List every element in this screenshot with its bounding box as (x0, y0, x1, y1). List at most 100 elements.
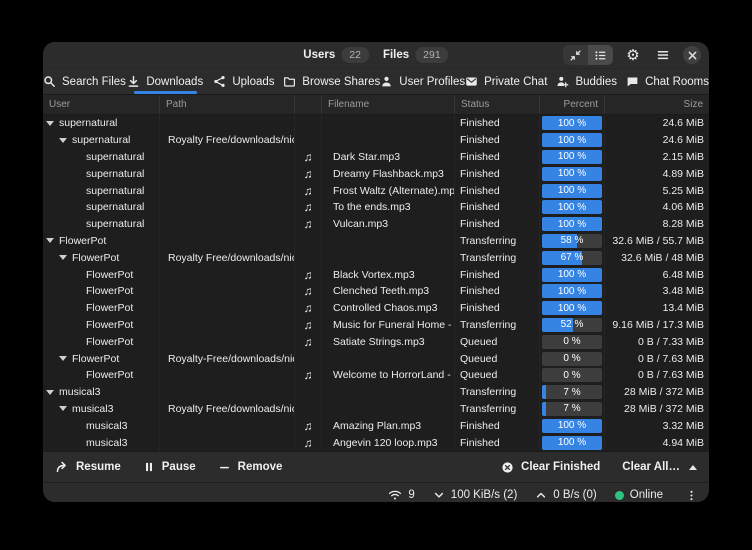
connected-users-indicator[interactable]: 9 (388, 488, 414, 502)
clear-finished-button[interactable]: Clear Finished (501, 461, 600, 474)
filename-cell: Clenched Teeth.mp3 (322, 283, 455, 300)
table-row[interactable]: supernatural♫Dark Star.mp3Finished100 %2… (43, 149, 709, 166)
connection-status[interactable]: Online (615, 489, 663, 501)
table-row[interactable]: FlowerPot♫Satiate Strings.mp3Queued0 %0 … (43, 333, 709, 350)
expander-triangle-icon[interactable] (46, 390, 54, 395)
resume-button[interactable]: Resume (55, 460, 121, 474)
status-menu-button[interactable] (681, 485, 701, 502)
table-row[interactable]: FlowerPot♫Clenched Teeth.mp3Finished100 … (43, 283, 709, 300)
column-header-path[interactable]: Path (160, 95, 295, 114)
table-row[interactable]: FlowerPot♫Music for Funeral Home - Part … (43, 317, 709, 334)
progress-bar: 100 % (542, 116, 602, 130)
size-cell: 32.6 MiB / 48 MiB (605, 249, 709, 266)
clear-all-button[interactable]: Clear All… (622, 461, 697, 473)
expander-triangle-icon[interactable] (59, 255, 67, 260)
list-view-button[interactable] (588, 45, 613, 65)
expander-triangle-icon[interactable] (46, 238, 54, 243)
table-row[interactable]: supernaturalRoyalty Free/downloads/nicot… (43, 132, 709, 149)
download-rate-indicator[interactable]: 100 KiB/s (2) (433, 489, 517, 501)
progress-label: 100 % (542, 150, 602, 164)
progress-label: 52 % (542, 318, 602, 332)
remove-button[interactable]: Remove (218, 461, 283, 474)
wifi-count: 9 (408, 489, 414, 501)
column-header-percent[interactable]: Percent (540, 95, 605, 114)
status-cell: Finished (455, 417, 540, 434)
table-row[interactable]: musical3♫Angevin 120 loop.mp3Finished100… (43, 434, 709, 451)
column-header-user[interactable]: User (43, 95, 160, 114)
main-menu-button[interactable] (653, 45, 673, 65)
upload-rate-indicator[interactable]: 0 B/s (0) (535, 489, 596, 501)
table-row[interactable]: FlowerPotRoyalty-Free/downloads/nicotinQ… (43, 350, 709, 367)
expander-triangle-icon[interactable] (59, 138, 67, 143)
tab-chat-rooms[interactable]: Chat Rooms (626, 69, 709, 94)
user-name: supernatural (86, 168, 144, 180)
progress-bar: 100 % (542, 436, 602, 450)
tab-uploads[interactable]: Uploads (205, 69, 284, 94)
user-name: FlowerPot (86, 319, 133, 331)
desktop: { "header": { "users_label": "Users", "u… (0, 0, 752, 550)
table-row[interactable]: FlowerPot♫Black Vortex.mp3Finished100 %6… (43, 266, 709, 283)
tab-downloads[interactable]: Downloads (126, 69, 205, 94)
tab-label: Chat Rooms (645, 76, 709, 88)
icon-cell (295, 350, 322, 367)
table-row[interactable]: supernatural♫To the ends.mp3Finished100 … (43, 199, 709, 216)
column-header-filename[interactable]: Filename (322, 95, 455, 114)
table-row[interactable]: FlowerPot♫Controlled Chaos.mp3Finished10… (43, 300, 709, 317)
column-header-size[interactable]: Size (605, 95, 709, 114)
user-cell: musical3 (43, 401, 160, 418)
tab-search-files[interactable]: Search Files (43, 69, 126, 94)
column-header-icon[interactable] (295, 95, 322, 114)
size-cell: 5.25 MiB (605, 182, 709, 199)
pause-button[interactable]: Pause (143, 461, 196, 473)
table-row[interactable]: FlowerPotTransferring58 %32.6 MiB / 55.7… (43, 233, 709, 250)
table-row[interactable]: supernatural♫Vulcan.mp3Finished100 %8.28… (43, 216, 709, 233)
table-row[interactable]: musical3Transferring7 %28 MiB / 372 MiB (43, 384, 709, 401)
tab-label: Search Files (62, 76, 126, 88)
chevron-up-triangle-icon (689, 465, 697, 470)
music-note-icon: ♫ (295, 216, 322, 233)
icon-cell (295, 115, 322, 132)
table-row[interactable]: supernatural♫Frost Waltz (Alternate).mp3… (43, 182, 709, 199)
tab-private-chat[interactable]: Private Chat (465, 69, 547, 94)
filename-cell: Satiate Strings.mp3 (322, 333, 455, 350)
preferences-button[interactable]: ⚙ (623, 45, 643, 65)
close-window-button[interactable] (683, 46, 701, 64)
percent-cell: 58 % (540, 233, 605, 250)
expander-triangle-icon[interactable] (46, 121, 54, 126)
expander-triangle-icon[interactable] (59, 356, 67, 361)
table-row[interactable]: FlowerPot♫Welcome to HorrorLand - hi.mp3… (43, 367, 709, 384)
transfers-toolbar: Resume Pause Remove (43, 451, 709, 482)
wifi-icon (388, 488, 402, 502)
pause-label: Pause (162, 461, 196, 473)
filename-cell: Dark Star.mp3 (322, 149, 455, 166)
progress-bar: 100 % (542, 184, 602, 198)
icon-cell (295, 132, 322, 149)
table-row[interactable]: supernatural♫Dreamy Flashback.mp3Finishe… (43, 165, 709, 182)
tab-user-profiles[interactable]: User Profiles (380, 69, 465, 94)
size-cell: 4.94 MiB (605, 434, 709, 451)
progress-bar: 0 % (542, 368, 602, 382)
expander-triangle-icon[interactable] (59, 406, 67, 411)
path-cell (160, 199, 295, 216)
status-cell: Finished (455, 300, 540, 317)
filename-cell: Dreamy Flashback.mp3 (322, 165, 455, 182)
user-cell: FlowerPot (43, 367, 160, 384)
progress-label: 0 % (542, 352, 602, 366)
user-cell: supernatural (43, 165, 160, 182)
column-header-status[interactable]: Status (455, 95, 540, 114)
user-cell: supernatural (43, 132, 160, 149)
table-row[interactable]: supernaturalFinished100 %24.6 MiB (43, 115, 709, 132)
progress-bar: 100 % (542, 133, 602, 147)
user-name: FlowerPot (72, 353, 119, 365)
table-row[interactable]: musical3♫Amazing Plan.mp3Finished100 %3.… (43, 417, 709, 434)
table-row[interactable]: musical3Royalty Free/downloads/nicotinTr… (43, 401, 709, 418)
percent-cell: 100 % (540, 115, 605, 132)
compress-view-button[interactable] (563, 45, 588, 65)
tab-buddies[interactable]: Buddies (547, 69, 626, 94)
header-actions: ⚙ (563, 42, 701, 68)
tab-browse-shares[interactable]: Browse Shares (283, 69, 380, 94)
main-tab-bar: Search Files Downloads Uploads (43, 69, 709, 95)
user-name: FlowerPot (86, 302, 133, 314)
table-row[interactable]: FlowerPotRoyalty Free/downloads/nicotinT… (43, 249, 709, 266)
percent-cell: 7 % (540, 401, 605, 418)
